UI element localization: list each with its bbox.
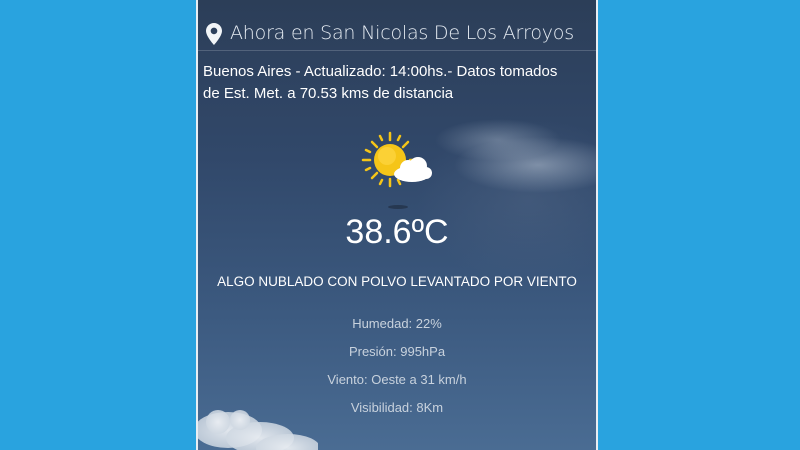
- background-cloud: [198, 410, 318, 450]
- header-bar: Ahora en San Nicolas De Los Arroyos: [198, 0, 596, 51]
- weather-condition: ALGO NUBLADO CON POLVO LEVANTADO POR VIE…: [217, 274, 577, 289]
- station-info: Buenos Aires - Actualizado: 14:00hs.- Da…: [203, 63, 558, 102]
- location-pin-icon: [206, 23, 222, 45]
- wind-detail: Viento: Oeste a 31 km/h: [327, 372, 467, 387]
- location-title[interactable]: Ahora en San Nicolas De Los Arroyos: [230, 22, 574, 44]
- temperature-value: 38.6ºC: [345, 213, 449, 251]
- pressure-detail: Presión: 995hPa: [348, 344, 446, 359]
- partly-cloudy-sun-icon: [361, 131, 432, 209]
- weather-screen: Ahora en San Nicolas De Los Arroyos Buen…: [196, 0, 598, 450]
- humidity-detail: Humedad: 22%: [352, 316, 442, 331]
